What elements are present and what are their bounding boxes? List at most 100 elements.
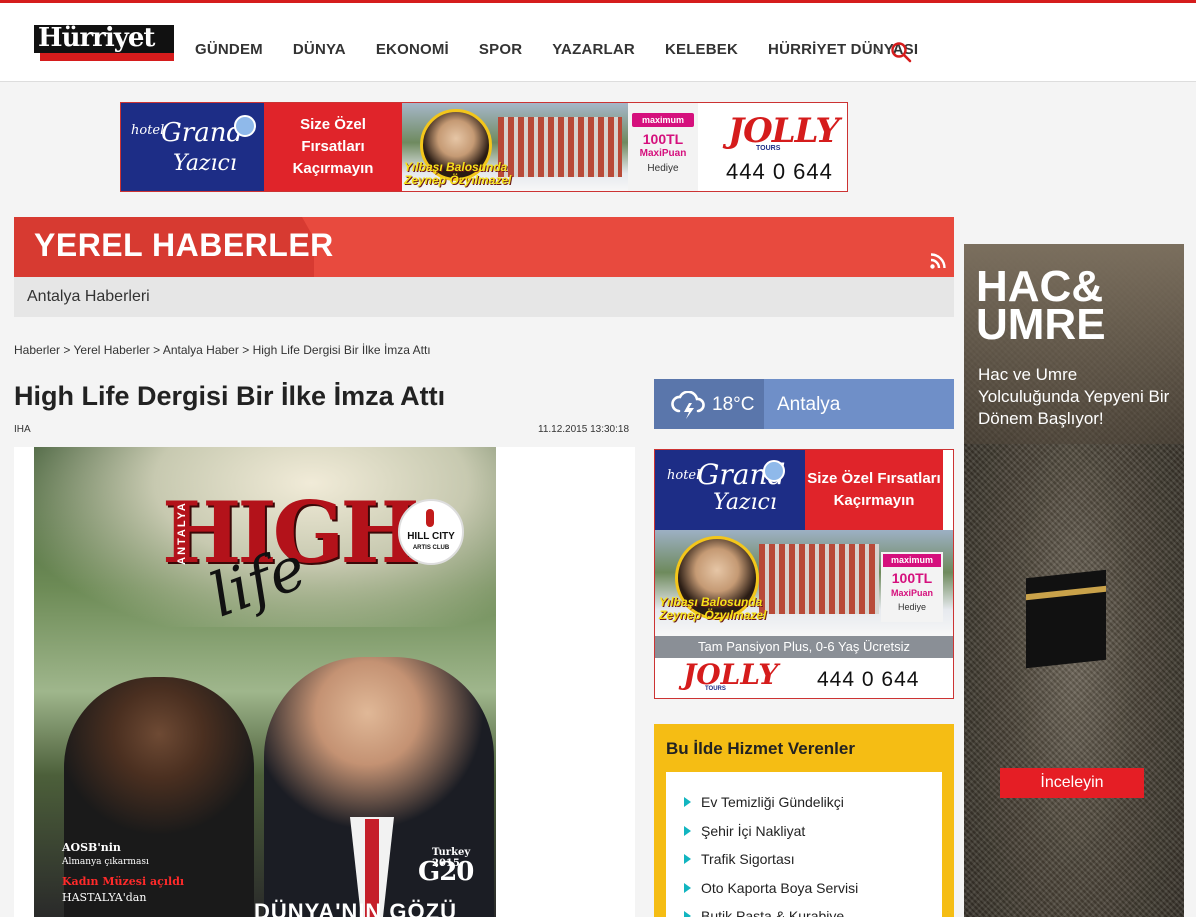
jolly-tours: TOURS: [756, 145, 781, 152]
banner-hotel-logo: hotel Grand Yazıcı: [121, 103, 264, 191]
hotel-building-image: [498, 117, 622, 177]
article-image[interactable]: HIGH ANTALYA life HILL CITY ARTIS CLUB A…: [14, 447, 635, 917]
nav-dunya[interactable]: DÜNYA: [293, 41, 346, 58]
top-banner-ad[interactable]: hotel Grand Yazıcı Size Özel Fırsatları …: [120, 102, 848, 192]
hill-city-badge: HILL CITY ARTIS CLUB: [398, 499, 464, 565]
service-item[interactable]: Butik Pasta & Kurabiye: [684, 908, 858, 917]
banner-offer: Size Özel Fırsatları Kaçırmayın: [264, 103, 402, 191]
figure-icon: [426, 509, 434, 527]
article-source: IHA: [14, 424, 31, 435]
mountain-emblem-icon: [763, 460, 785, 482]
right-ad-headline-2: UMRE: [976, 300, 1106, 349]
triangle-bullet-icon: [684, 911, 691, 917]
kaaba-image: [1026, 569, 1106, 669]
side-ad-phone: 444 0 644: [817, 668, 920, 691]
service-item[interactable]: Trafik Sigortası: [684, 851, 858, 880]
side-ad-puan: MaxiPuan: [890, 588, 933, 598]
banner-offer-line1: Size Özel Fırsatları: [300, 116, 366, 155]
weather-temp: 18°C: [712, 394, 755, 415]
nav-ekonomi[interactable]: EKONOMİ: [376, 41, 449, 58]
side-ad-offer-line2: Kaçırmayın: [833, 492, 915, 509]
cover-antalya: ANTALYA: [175, 501, 188, 565]
inceleyin-button[interactable]: İnceleyin: [1000, 768, 1144, 798]
puan-amount: 100TL: [642, 131, 684, 147]
weather-city[interactable]: Antalya: [777, 394, 840, 416]
side-ad-caption-line2: Zeynep Özyılmazel: [659, 608, 767, 622]
search-icon[interactable]: [890, 41, 912, 63]
weather-widget[interactable]: 18°C Antalya: [654, 379, 954, 429]
nav-gundem[interactable]: GÜNDEM: [195, 41, 263, 58]
breadcrumb-current: High Life Dergisi Bir İlke İmza Attı: [252, 343, 431, 357]
side-ad-jolly-logo: JOLLY: [683, 658, 779, 691]
section-subtitle-bar: Antalya Haberleri: [14, 277, 954, 317]
service-item[interactable]: Şehir İçi Nakliyat: [684, 823, 858, 852]
chevron-down-icon[interactable]: ⌄: [874, 43, 883, 56]
nav-yazarlar[interactable]: YAZARLAR: [552, 41, 635, 58]
service-item-label: Ev Temizliği Gündelikçi: [701, 794, 844, 810]
hill-city-text: HILL CITY: [407, 531, 455, 542]
logo-text: Hürriyet: [38, 23, 155, 53]
breadcrumb: Haberler > Yerel Haberler > Antalya Habe…: [14, 343, 431, 357]
g20-logo: Turkey 2015 G20: [418, 847, 494, 891]
cover-bottom-title: DÜNYA'NIN GÖZÜ: [254, 899, 457, 917]
jolly-logo: JOLLY: [728, 111, 840, 151]
services-list-box: Ev Temizliği Gündelikçi Şehir İçi Nakliy…: [666, 772, 942, 917]
triangle-bullet-icon: [684, 825, 691, 836]
side-ad-puan-amount: 100TL: [891, 570, 933, 586]
services-list: Ev Temizliği Gündelikçi Şehir İçi Nakliy…: [684, 794, 858, 917]
cover-caption-1: AOSB'nin: [62, 841, 121, 854]
service-item-label: Şehir İçi Nakliyat: [701, 822, 806, 839]
breadcrumb-yerel-haberler[interactable]: Yerel Haberler: [74, 343, 150, 357]
side-ad-maximum: maximum: [883, 554, 941, 567]
site-header: Hürriyet GÜNDEM DÜNYA EKONOMİ SPOR YAZAR…: [0, 0, 1196, 82]
banner-hotel-big: Grand: [161, 118, 244, 148]
side-ad-strip: Tam Pansiyon Plus, 0-6 Yaş Ücretsiz: [655, 636, 953, 658]
hurriyet-logo[interactable]: Hürriyet: [34, 23, 174, 63]
breadcrumb-haberler[interactable]: Haberler: [14, 343, 60, 357]
banner-offer-line2: Kaçırmayın: [292, 160, 374, 177]
cover-caption-4: HASTALYA'dan: [62, 891, 147, 904]
breadcrumb-antalya-haber[interactable]: Antalya Haber: [163, 343, 239, 357]
hac-umre-ad[interactable]: HAC& UMRE Hac ve Umre Yolculuğunda Yepye…: [964, 244, 1184, 917]
main-nav: GÜNDEM DÜNYA EKONOMİ SPOR YAZARLAR KELEB…: [195, 41, 948, 58]
nav-spor[interactable]: SPOR: [479, 41, 522, 58]
services-title: Bu İlde Hizmet Verenler: [666, 739, 855, 758]
right-ad-headline: HAC& UMRE: [976, 265, 1106, 349]
nav-kelebek[interactable]: KELEBEK: [665, 41, 738, 58]
banner-hotel-small: hotel: [131, 123, 165, 138]
side-banner-ad[interactable]: hotel Grand Yazıcı Size Özel Fırsatları …: [654, 449, 954, 699]
side-ad-offer: Size Özel Fırsatları Kaçırmayın: [805, 450, 943, 530]
article-title: High Life Dergisi Bir İlke İmza Attı: [14, 381, 446, 411]
service-item-label: Butik Pasta & Kurabiye: [701, 908, 845, 917]
breadcrumb-separator: >: [242, 343, 250, 357]
side-ad-photo: Yılbaşı Balosunda Zeynep Özyılmazel maxi…: [655, 530, 953, 636]
services-box: Bu İlde Hizmet Verenler Ev Temizliği Gün…: [654, 724, 954, 917]
section-header: YEREL HABERLER: [14, 217, 954, 277]
hotel-building-image: [759, 544, 879, 614]
hediye-label: Hediye: [647, 163, 679, 174]
puan-label: MaxiPuan: [639, 148, 687, 159]
side-ad-maxipuan: maximum 100TL MaxiPuan Hediye: [881, 552, 943, 622]
side-ad-hotel-logo: hotel Grand Yazıcı: [655, 450, 805, 530]
storm-cloud-icon: [671, 391, 705, 419]
service-item[interactable]: Ev Temizliği Gündelikçi: [684, 794, 858, 823]
section-title[interactable]: YEREL HABERLER: [34, 227, 334, 264]
kaaba-band: [1026, 585, 1106, 601]
side-ad-hotel-name: Yazıcı: [713, 490, 777, 515]
banner-jolly: JOLLY TOURS 444 0 644: [698, 103, 847, 191]
breadcrumb-separator: >: [153, 343, 161, 357]
triangle-bullet-icon: [684, 882, 691, 893]
mountain-emblem-icon: [234, 115, 256, 137]
banner-caption-line2: Zeynep Özyılmazel: [404, 173, 512, 187]
service-item-label: Oto Kaporta Boya Servisi: [701, 879, 859, 896]
magazine-cover-image: HIGH ANTALYA life HILL CITY ARTIS CLUB A…: [34, 447, 496, 917]
cover-caption-3: Kadın Müzesi açıldı: [62, 875, 185, 888]
banner-maxipuan: maximum 100TL MaxiPuan Hediye: [628, 103, 698, 191]
logo-red-bar: [40, 53, 174, 61]
side-ad-photo-caption: Yılbaşı Balosunda Zeynep Özyılmazel: [659, 596, 766, 622]
service-item[interactable]: Oto Kaporta Boya Servisi: [684, 880, 858, 909]
triangle-bullet-icon: [684, 854, 691, 864]
banner-photo-caption: Yılbaşı Balosunda Zeynep Özyılmazel: [404, 161, 511, 187]
section-subtitle[interactable]: Antalya Haberleri: [27, 288, 150, 306]
rss-icon[interactable]: [930, 253, 946, 269]
